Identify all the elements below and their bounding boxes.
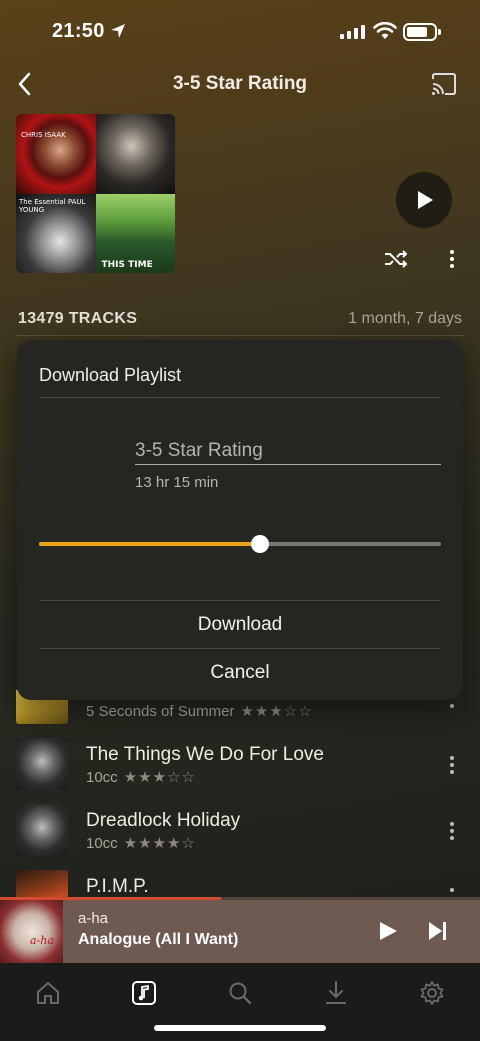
track-artist: 5 Seconds of Summer (86, 702, 235, 720)
track-title: The Things We Do For Love (86, 744, 324, 765)
track-more-icon[interactable] (446, 886, 458, 896)
play-playlist-button[interactable] (396, 172, 452, 228)
track-title: P.I.M.P. (86, 876, 149, 897)
divider (39, 600, 441, 601)
album-art-text: The Essential PAUL YOUNG (19, 197, 86, 214)
rating-stars: ★★★☆☆ (123, 769, 196, 786)
location-arrow-icon (111, 24, 125, 38)
track-more-icon[interactable] (446, 701, 458, 711)
page-title: 3-5 Star Rating (172, 73, 308, 94)
now-playing-artwork: a-ha (0, 900, 63, 963)
settings-icon[interactable] (418, 979, 446, 1007)
track-more-icon[interactable] (446, 754, 458, 776)
tracks-count: 13479 TRACKS (18, 310, 138, 327)
playlist-duration: 1 month, 7 days (348, 310, 462, 327)
search-icon[interactable] (226, 979, 254, 1007)
playlist-artwork: CHRIS ISAAK The Essential PAUL YOUNG THI… (16, 114, 175, 273)
status-time: 21:50 (52, 20, 105, 42)
download-playlist-dialog: Download Playlist 3-5 Star Rating 13 hr … (17, 340, 463, 700)
home-indicator (154, 1025, 326, 1031)
wifi-icon (373, 22, 397, 39)
album-art-tile (95, 114, 175, 194)
playback-progress (0, 897, 480, 900)
track-row[interactable]: P.I.M.P. (0, 870, 480, 897)
slider-thumb[interactable] (251, 535, 270, 553)
home-icon[interactable] (34, 979, 62, 1007)
now-playing-title: Analogue (All I Want) (78, 931, 239, 948)
download-duration: 13 hr 15 min (135, 474, 219, 491)
slider-fill (39, 542, 261, 546)
play-icon[interactable] (378, 921, 398, 941)
download-icon[interactable] (322, 979, 350, 1007)
playlist-name-field[interactable]: 3-5 Star Rating (135, 440, 263, 462)
cellular-signal-icon (340, 25, 365, 39)
more-options-icon[interactable] (445, 248, 459, 270)
album-art-text: THIS TIME (101, 259, 153, 270)
track-thumbnail (16, 870, 68, 897)
cancel-button[interactable]: Cancel (17, 662, 463, 684)
rating-stars: ★★★☆☆ (240, 703, 313, 720)
track-subtitle: 5 Seconds of Summer ★★★☆☆ (86, 702, 313, 721)
track-subtitle: 10cc ★★★★☆ (86, 834, 196, 853)
album-art-text: CHRIS ISAAK (21, 131, 66, 139)
skip-next-icon[interactable] (428, 921, 448, 941)
now-playing-bar[interactable]: a-ha a-ha Analogue (All I Want) (0, 897, 480, 963)
now-playing-artist: a-ha (78, 910, 109, 927)
music-note-icon[interactable] (130, 979, 158, 1007)
track-artist: 10cc (86, 834, 118, 852)
track-thumbnail (16, 738, 68, 790)
battery-icon (403, 23, 441, 41)
download-button[interactable]: Download (17, 614, 463, 636)
track-row[interactable]: The Things We Do For Love 10cc ★★★☆☆ (0, 738, 480, 804)
track-subtitle: 10cc ★★★☆☆ (86, 768, 196, 787)
track-more-icon[interactable] (446, 820, 458, 842)
album-art-tile: The Essential PAUL YOUNG (16, 193, 96, 273)
rating-stars: ★★★★☆ (123, 835, 196, 852)
track-artist: 10cc (86, 768, 118, 786)
dialog-title: Download Playlist (39, 365, 182, 385)
divider (16, 335, 464, 336)
field-underline (135, 464, 441, 465)
shuffle-icon[interactable] (383, 248, 409, 270)
divider (39, 648, 441, 649)
album-art-tile: CHRIS ISAAK (16, 114, 96, 194)
album-art-tile: THIS TIME (95, 193, 175, 273)
track-title: Dreadlock Holiday (86, 810, 241, 831)
cast-icon[interactable] (431, 73, 457, 95)
divider (39, 397, 441, 398)
play-icon (418, 191, 433, 209)
download-amount-slider[interactable] (39, 535, 441, 553)
track-thumbnail (16, 804, 68, 856)
track-row[interactable]: Dreadlock Holiday 10cc ★★★★☆ (0, 804, 480, 870)
now-playing-art-text: a-ha (30, 934, 54, 947)
status-bar: 21:50 (0, 0, 480, 60)
